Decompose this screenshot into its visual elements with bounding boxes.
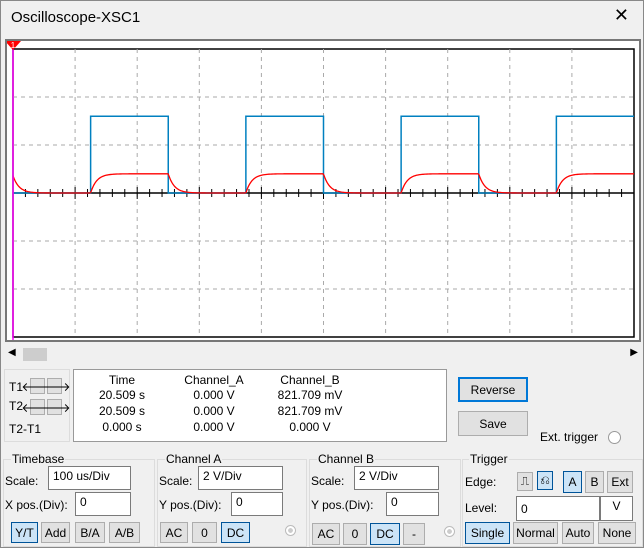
readout-cell: 821.709 mV (277, 404, 343, 418)
xpos-input[interactable]: 0 (75, 492, 131, 516)
timebase-title: Timebase (11, 452, 66, 466)
timebase-scale-label: Scale: (5, 474, 39, 488)
trigger-single-button[interactable]: Single (465, 522, 510, 544)
channel-a-ypos-input[interactable]: 0 (231, 492, 283, 516)
close-icon[interactable]: ✕ (614, 5, 629, 26)
ext-trigger-radio[interactable] (608, 431, 621, 444)
channel-b-scale-input[interactable]: 2 V/Div (354, 466, 439, 490)
trigger-unit-select[interactable]: V (600, 496, 633, 521)
channel-b-ypos-label: Y pos.(Div): (311, 498, 374, 512)
ext-trigger-label: Ext. trigger (540, 430, 599, 444)
readout-cell: 0.000 s (102, 420, 142, 434)
edge-label: Edge: (465, 475, 497, 489)
oscilloscope-screen: 1 (5, 39, 641, 342)
scroll-right-icon[interactable]: ▶ (630, 347, 638, 358)
trigger-level-input[interactable]: 0 (516, 496, 600, 521)
trigger-auto-button[interactable]: Auto (562, 522, 594, 544)
timebase-scale-input[interactable]: 100 us/Div (48, 466, 131, 490)
trigger-normal-button[interactable]: Normal (513, 522, 558, 544)
horizontal-scrollbar[interactable]: ◀ ▶ (5, 346, 641, 363)
channel-b-zero-button[interactable]: 0 (343, 523, 367, 545)
trigger-source-a-button[interactable]: A (563, 471, 582, 493)
readout-cell: 0.000 V (289, 420, 331, 434)
trigger-source-b-button[interactable]: B (585, 471, 604, 493)
mode-add-button[interactable]: Add (41, 522, 70, 543)
waveform-display: 1 (5, 41, 635, 340)
rising-edge-icon[interactable]: ⎍ (517, 472, 533, 491)
readout-cell: 20.509 s (98, 404, 146, 418)
channel-b-title: Channel B (317, 452, 376, 466)
trigger-none-button[interactable]: None (598, 522, 636, 544)
readout-cell: 0.000 V (193, 420, 235, 434)
mode-ab-button[interactable]: A/B (109, 522, 140, 543)
channel-b-ac-button[interactable]: AC (312, 523, 340, 545)
cursor-controls: T1 T2 T2-T1 🡐 🡒 🡐 🡒 (4, 369, 71, 442)
level-label: Level: (465, 501, 498, 515)
trigger-source-ext-button[interactable]: Ext (607, 471, 633, 493)
channel-a-dc-button[interactable]: DC (221, 522, 250, 543)
channel-a-ypos-label: Y pos.(Div): (159, 498, 222, 512)
channel-a-scale-label: Scale: (159, 474, 193, 488)
window-title: Oscilloscope-XSC1 (11, 9, 141, 26)
channel-a-scale-input[interactable]: 2 V/Div (198, 466, 283, 490)
channel-a-trace (13, 115, 634, 194)
t1-right-arrow-icon[interactable]: 🡒 (38, 378, 71, 394)
readout-header: Time (108, 373, 136, 387)
readout-cell: 821.709 mV (277, 388, 343, 402)
xpos-label: X pos.(Div): (5, 498, 68, 512)
falling-edge-icon[interactable]: ⎌ (537, 471, 553, 490)
cursor-1-label: 1 (11, 41, 16, 50)
scroll-left-icon[interactable]: ◀ (8, 347, 16, 358)
save-button[interactable]: Save (458, 411, 528, 436)
channel-a-zero-button[interactable]: 0 (192, 522, 217, 543)
scroll-thumb[interactable] (23, 348, 47, 361)
channel-b-invert-button[interactable]: - (403, 523, 425, 545)
mode-ba-button[interactable]: B/A (75, 522, 105, 543)
readout-cell: 0.000 V (193, 404, 235, 418)
channel-a-title: Channel A (165, 452, 223, 466)
channel-a-ac-button[interactable]: AC (160, 522, 188, 543)
readout-cell: 0.000 V (193, 388, 235, 402)
channel-a-radio[interactable] (285, 525, 296, 536)
readout-header: Channel_A (184, 373, 244, 387)
readout-cell: 20.509 s (98, 388, 146, 402)
measurement-readout: Time Channel_A Channel_B 20.509 s 0.000 V 821… (73, 369, 447, 442)
channel-b-ypos-input[interactable]: 0 (386, 492, 439, 516)
t2-t1-label: T2-T1 (9, 422, 42, 436)
channel-b-radio[interactable] (444, 526, 455, 537)
t2-right-arrow-icon[interactable]: 🡒 (38, 399, 71, 415)
channel-b-dc-button[interactable]: DC (370, 523, 400, 545)
reverse-button[interactable]: Reverse (458, 377, 528, 402)
readout-header: Channel_B (280, 373, 340, 387)
mode-yt-button[interactable]: Y/T (11, 522, 38, 543)
channel-b-scale-label: Scale: (311, 474, 345, 488)
trigger-title: Trigger (469, 452, 509, 466)
